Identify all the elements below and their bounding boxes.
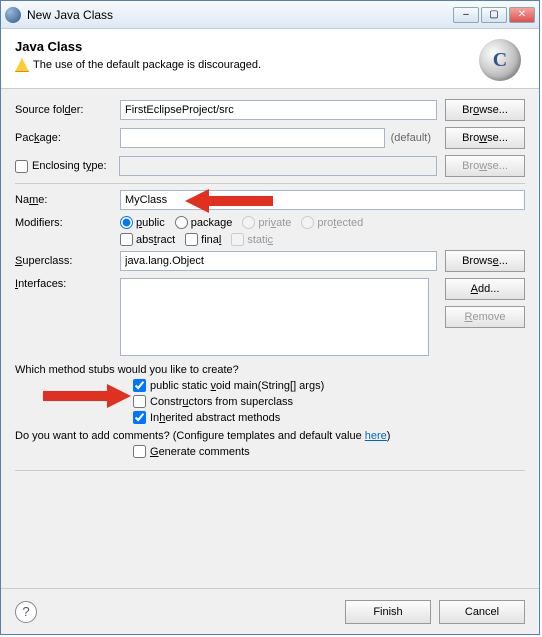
- source-folder-browse-button[interactable]: Browse...: [445, 99, 525, 121]
- dialog-window: New Java Class – ▢ ✕ Java Class The use …: [0, 0, 540, 635]
- dialog-footer: ? Finish Cancel: [1, 588, 539, 634]
- enclosing-input: [119, 156, 437, 176]
- package-label: Package:: [15, 132, 120, 144]
- modifiers-row: Modifiers: public package private protec…: [15, 216, 525, 229]
- stubs-question: Which method stubs would you like to cre…: [15, 364, 525, 376]
- window-title: New Java Class: [27, 8, 451, 22]
- source-folder-input[interactable]: [120, 100, 437, 120]
- enclosing-label: Enclosing type:: [32, 160, 119, 172]
- package-default-text: (default): [391, 132, 431, 144]
- interfaces-list[interactable]: [120, 278, 429, 356]
- dialog-header: Java Class The use of the default packag…: [1, 29, 539, 89]
- name-label: Name:: [15, 194, 120, 206]
- superclass-row: Superclass: Browse...: [15, 250, 525, 272]
- stub-main-label: public static void main(String[] args): [150, 380, 324, 392]
- title-bar: New Java Class – ▢ ✕: [1, 1, 539, 29]
- enclosing-browse-button: Browse...: [445, 155, 525, 177]
- package-browse-button[interactable]: Browse...: [445, 127, 525, 149]
- stub-constructors-checkbox[interactable]: [133, 395, 146, 408]
- package-row: Package: (default) Browse...: [15, 127, 525, 149]
- comments-question: Do you want to add comments? (Configure …: [15, 430, 525, 442]
- arrow-annotation-stubs: [43, 382, 133, 410]
- package-input[interactable]: [120, 128, 385, 148]
- finish-button[interactable]: Finish: [345, 600, 431, 624]
- close-button[interactable]: ✕: [509, 7, 535, 23]
- modifiers-label: Modifiers:: [15, 217, 120, 229]
- cancel-button[interactable]: Cancel: [439, 600, 525, 624]
- superclass-input[interactable]: [120, 251, 437, 271]
- access-options: public package private protected: [120, 216, 363, 229]
- warning-row: The use of the default package is discou…: [15, 58, 525, 72]
- superclass-label: Superclass:: [15, 255, 120, 267]
- enclosing-checkbox[interactable]: [15, 160, 28, 173]
- source-folder-row: Source folder: Browse...: [15, 99, 525, 121]
- stub-inherited-checkbox[interactable]: [133, 411, 146, 424]
- interfaces-remove-button: Remove: [445, 306, 525, 328]
- flag-options: abstract final static: [120, 233, 273, 246]
- form-body: Source folder: Browse... Package: (defau…: [1, 89, 539, 481]
- dialog-heading: Java Class: [15, 39, 525, 54]
- generate-comments-row: Generate comments: [133, 445, 525, 458]
- stub-inherited-row: Inherited abstract methods: [133, 411, 525, 424]
- package-radio[interactable]: package: [175, 216, 233, 229]
- stub-inherited-label: Inherited abstract methods: [150, 412, 280, 424]
- warning-icon: [15, 58, 29, 72]
- source-folder-label: Source folder:: [15, 104, 120, 116]
- interfaces-add-button[interactable]: Add...: [445, 278, 525, 300]
- comments-here-link[interactable]: here: [365, 430, 387, 442]
- class-badge-icon: C: [479, 39, 521, 81]
- interfaces-row: Interfaces: Add... Remove: [15, 278, 525, 356]
- name-input[interactable]: [120, 190, 525, 210]
- maximize-button[interactable]: ▢: [481, 7, 507, 23]
- warning-text: The use of the default package is discou…: [33, 59, 261, 71]
- superclass-browse-button[interactable]: Browse...: [445, 250, 525, 272]
- separator: [15, 183, 525, 184]
- generate-comments-label: Generate comments: [150, 446, 250, 458]
- minimize-button[interactable]: –: [453, 7, 479, 23]
- abstract-checkbox[interactable]: abstract: [120, 233, 175, 246]
- public-radio[interactable]: public: [120, 216, 165, 229]
- help-button[interactable]: ?: [15, 601, 37, 623]
- final-checkbox[interactable]: final: [185, 233, 221, 246]
- stub-main-row: public static void main(String[] args): [133, 379, 525, 392]
- app-icon: [5, 7, 21, 23]
- stub-constructors-row: Constructors from superclass: [133, 395, 525, 408]
- static-checkbox: static: [231, 233, 273, 246]
- stub-main-checkbox[interactable]: [133, 379, 146, 392]
- protected-radio: protected: [301, 216, 363, 229]
- separator: [15, 470, 525, 471]
- interfaces-label: Interfaces:: [15, 278, 120, 290]
- name-row: Name:: [15, 190, 525, 210]
- stubs-section: Which method stubs would you like to cre…: [15, 364, 525, 424]
- interfaces-buttons: Add... Remove: [437, 278, 525, 328]
- stub-constructors-label: Constructors from superclass: [150, 396, 293, 408]
- generate-comments-checkbox[interactable]: [133, 445, 146, 458]
- modifier-flags-row: abstract final static: [15, 233, 525, 246]
- private-radio: private: [242, 216, 291, 229]
- enclosing-row: Enclosing type: Browse...: [15, 155, 525, 177]
